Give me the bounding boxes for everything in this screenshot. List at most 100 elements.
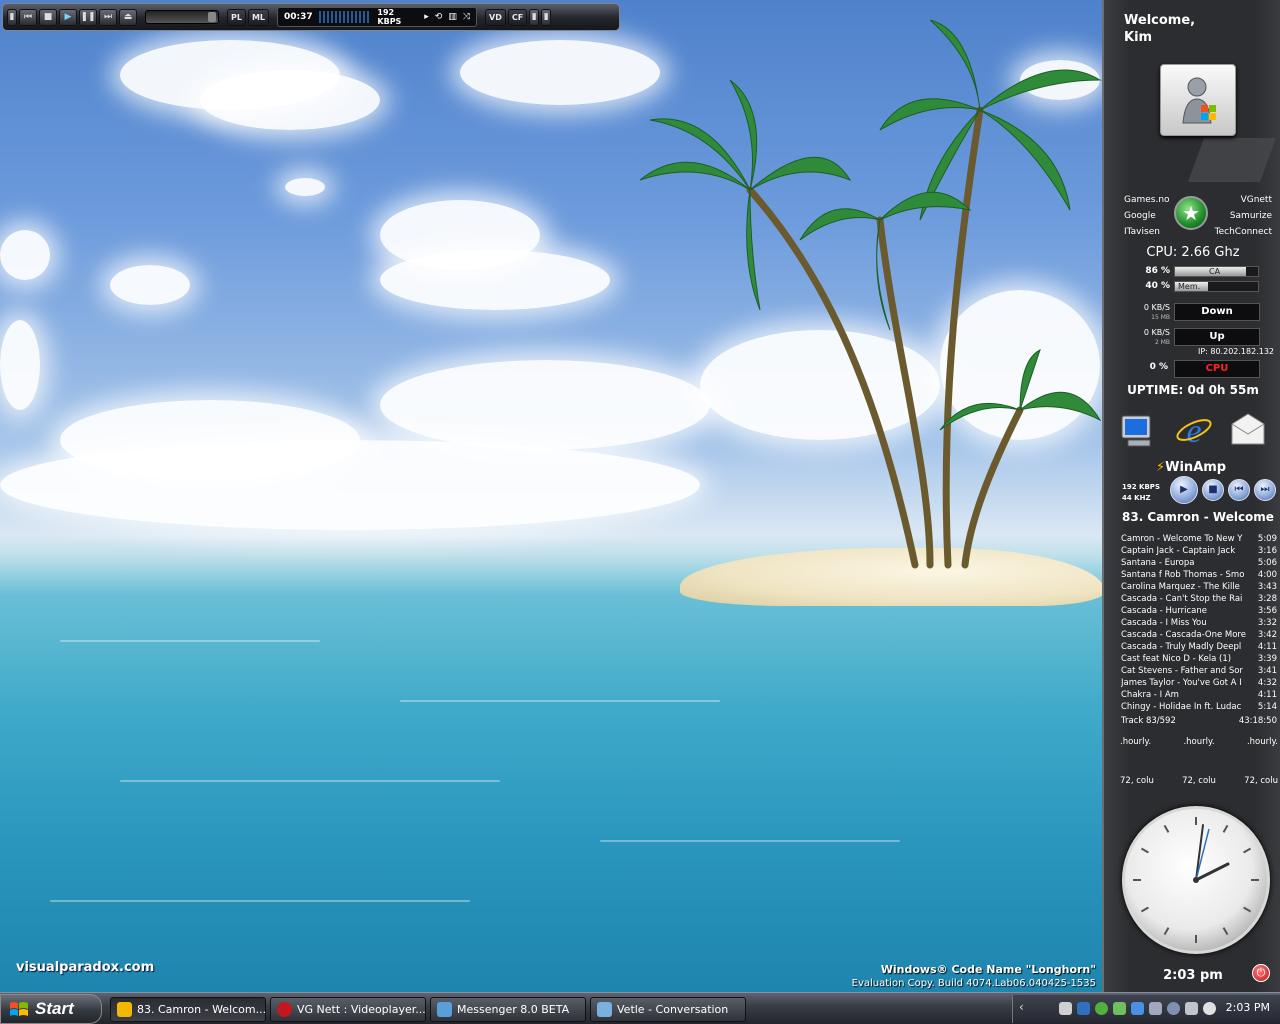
playlist-item[interactable]: Cascada - Truly Madly Deepl 4:11 — [1121, 641, 1277, 653]
taskbar-item-winamp[interactable]: 83. Camron - Welcom... — [110, 997, 266, 1022]
update-icon[interactable] — [1203, 1002, 1216, 1015]
my-computer-icon[interactable] — [1118, 410, 1158, 450]
previous-button[interactable]: ⏮ — [19, 8, 37, 26]
taskbar: Start 83. Camron - Welcom... VG Nett : V… — [0, 992, 1280, 1024]
playlist-item-duration: 3:32 — [1257, 618, 1277, 628]
weather-hourly[interactable]: .hourly. — [1120, 737, 1151, 747]
display-icon[interactable] — [1149, 1002, 1162, 1015]
avatar-reflection — [1187, 138, 1277, 182]
playlist-item[interactable]: Cascada - I Miss You 3:32 — [1121, 617, 1277, 629]
quick-links-left: Games.no Google ITavisen — [1124, 192, 1170, 240]
messenger-person-icon — [1182, 77, 1216, 124]
taskbar-item-vgnett[interactable]: VG Nett : Videoplayer... — [270, 997, 426, 1022]
network-icon[interactable] — [1077, 1002, 1090, 1015]
link-google[interactable]: Google — [1124, 208, 1170, 224]
cpu-meter: 86 % CA — [1118, 266, 1268, 279]
weather-hourly[interactable]: .hourly. — [1183, 737, 1214, 747]
build-watermark-version: Evaluation Copy. Build 4074.Lab06.040425… — [851, 978, 1096, 989]
winamp-stop-button[interactable]: ■ — [1202, 479, 1224, 501]
playlist-item[interactable]: James Taylor - You've Got A I 4:32 — [1121, 677, 1277, 689]
usb-icon[interactable] — [1185, 1002, 1198, 1015]
messenger-status-icon[interactable] — [1095, 1002, 1108, 1015]
mail-icon[interactable] — [1228, 410, 1268, 450]
seek-forward-icon[interactable]: ▸ — [424, 12, 429, 22]
playlist-item[interactable]: Cat Stevens - Father and Sor 3:41 — [1121, 665, 1277, 677]
playlist-item-duration: 3:16 — [1257, 546, 1277, 556]
memory-bar: Mem. — [1174, 281, 1259, 292]
palm-trees — [639, 20, 1102, 569]
media-player-bar: ▮ ⏮ ■ ▶ ❚❚ ⏭ ⏏ PL ML 00:37 192 KBPS ▸ ⟲ … — [2, 3, 620, 31]
media-library-button[interactable]: ML — [247, 8, 270, 26]
playlist-item-duration: 5:14 — [1257, 702, 1277, 712]
eject-button[interactable]: ⏏ — [119, 8, 137, 26]
power-icon[interactable]: ⏻ — [1252, 964, 1270, 982]
tray-clock[interactable]: 2:03 PM — [1226, 1001, 1270, 1014]
cpu-usage-percent: 0 % — [1149, 362, 1168, 372]
bluetooth-icon[interactable] — [1131, 1002, 1144, 1015]
playlist-item[interactable]: Camron - Welcome To New Y 5:09 — [1121, 533, 1277, 545]
repeat-icon[interactable]: ⟲ — [435, 12, 443, 22]
memory-percent: 40 % — [1145, 281, 1170, 291]
build-watermark-title: Windows® Code Name "Longhorn" — [880, 963, 1096, 976]
crossfade-button[interactable]: CF — [507, 8, 528, 26]
playlist-item[interactable]: Santana f Rob Thomas - Smo 4:00 — [1121, 569, 1277, 581]
steam-icon[interactable] — [1059, 1002, 1072, 1015]
link-games[interactable]: Games.no — [1124, 192, 1170, 208]
playlist-item[interactable]: Chakra - I Am 4:11 — [1121, 689, 1277, 701]
weather-temp: 72, colu — [1244, 776, 1278, 786]
playlist-item[interactable]: Cascada - Cascada-One More 3:42 — [1121, 629, 1277, 641]
upload-box: Up — [1174, 328, 1260, 346]
download-rate: 0 KB/S — [1143, 303, 1170, 312]
avatar[interactable] — [1160, 64, 1236, 136]
welcome-label: Welcome, — [1124, 13, 1196, 28]
playlist-item[interactable]: Captain Jack - Captain Jack 3:16 — [1121, 545, 1277, 557]
playlist-item[interactable]: Carolina Marquez - The Kille 3:43 — [1121, 581, 1277, 593]
play-button[interactable]: ▶ — [59, 8, 77, 26]
playlist-item[interactable]: Santana - Europa 5:06 — [1121, 557, 1277, 569]
winamp-play-button[interactable]: ▶ — [1170, 476, 1198, 504]
playlist-item-duration: 5:09 — [1257, 534, 1277, 544]
pause-button[interactable]: ❚❚ — [79, 8, 97, 26]
cpu-bar: CA — [1174, 266, 1259, 277]
playlist-item[interactable]: Cast feat Nico D - Kela (1) 3:39 — [1121, 653, 1277, 665]
playlist-button[interactable]: PL — [227, 8, 246, 26]
chevron-left-icon[interactable]: ‹ — [1019, 1000, 1024, 1014]
link-itavisen[interactable]: ITavisen — [1124, 224, 1170, 240]
start-button[interactable]: Start — [0, 994, 102, 1024]
taskbar-item-label: Messenger 8.0 BETA — [457, 1003, 570, 1016]
cloud — [0, 320, 40, 410]
playlist-item[interactable]: Cascada - Can't Stop the Rai 3:28 — [1121, 593, 1277, 605]
menu-icon[interactable]: ▮ — [7, 8, 17, 26]
internet-explorer-icon[interactable]: e — [1174, 410, 1214, 450]
next-button[interactable]: ⏭ — [99, 8, 117, 26]
weather-hourly[interactable]: .hourly. — [1247, 737, 1278, 747]
playlist-item[interactable]: Cascada - Hurricane 3:56 — [1121, 605, 1277, 617]
taskbar-item-messenger[interactable]: Messenger 8.0 BETA — [430, 997, 586, 1022]
track-counter: Track 83/592 — [1121, 716, 1176, 726]
equalizer-icon[interactable]: ▥ — [448, 12, 457, 22]
volume-slider[interactable] — [145, 10, 219, 24]
star-icon[interactable]: ★ — [1174, 196, 1208, 230]
winamp-next-button[interactable]: ⏭ — [1254, 479, 1276, 501]
link-techconnect[interactable]: TechConnect — [1215, 224, 1272, 240]
playlist-item-duration: 3:28 — [1257, 594, 1277, 604]
cloud — [285, 178, 325, 196]
playlist-item-duration: 3:43 — [1257, 582, 1277, 592]
track-info: Track 83/592 43:18:50 — [1121, 716, 1277, 726]
minimize-icon[interactable]: ▮ — [529, 8, 540, 26]
link-samurize[interactable]: Samurize — [1215, 208, 1272, 224]
video-button[interactable]: VD — [485, 8, 506, 26]
antivirus-icon[interactable] — [1113, 1002, 1126, 1015]
playlist-item[interactable]: Chingy - Holidae In ft. Ludac 5:14 — [1121, 701, 1277, 713]
upload-rate: 0 KB/S — [1143, 328, 1170, 337]
winamp-previous-button[interactable]: ⏮ — [1228, 479, 1250, 501]
close-icon[interactable]: ▮ — [541, 8, 552, 26]
shuffle-icon[interactable]: ⤨ — [463, 12, 470, 22]
speaker-icon[interactable] — [1167, 1002, 1180, 1015]
playlist-item-title: Captain Jack - Captain Jack — [1121, 546, 1236, 556]
conversation-icon — [597, 1002, 612, 1017]
stop-button[interactable]: ■ — [39, 8, 57, 26]
taskbar-item-conversation[interactable]: Vetle - Conversation — [590, 997, 746, 1022]
playlist-item-title: Cast feat Nico D - Kela (1) — [1121, 654, 1232, 664]
link-vgnett[interactable]: VGnett — [1215, 192, 1272, 208]
